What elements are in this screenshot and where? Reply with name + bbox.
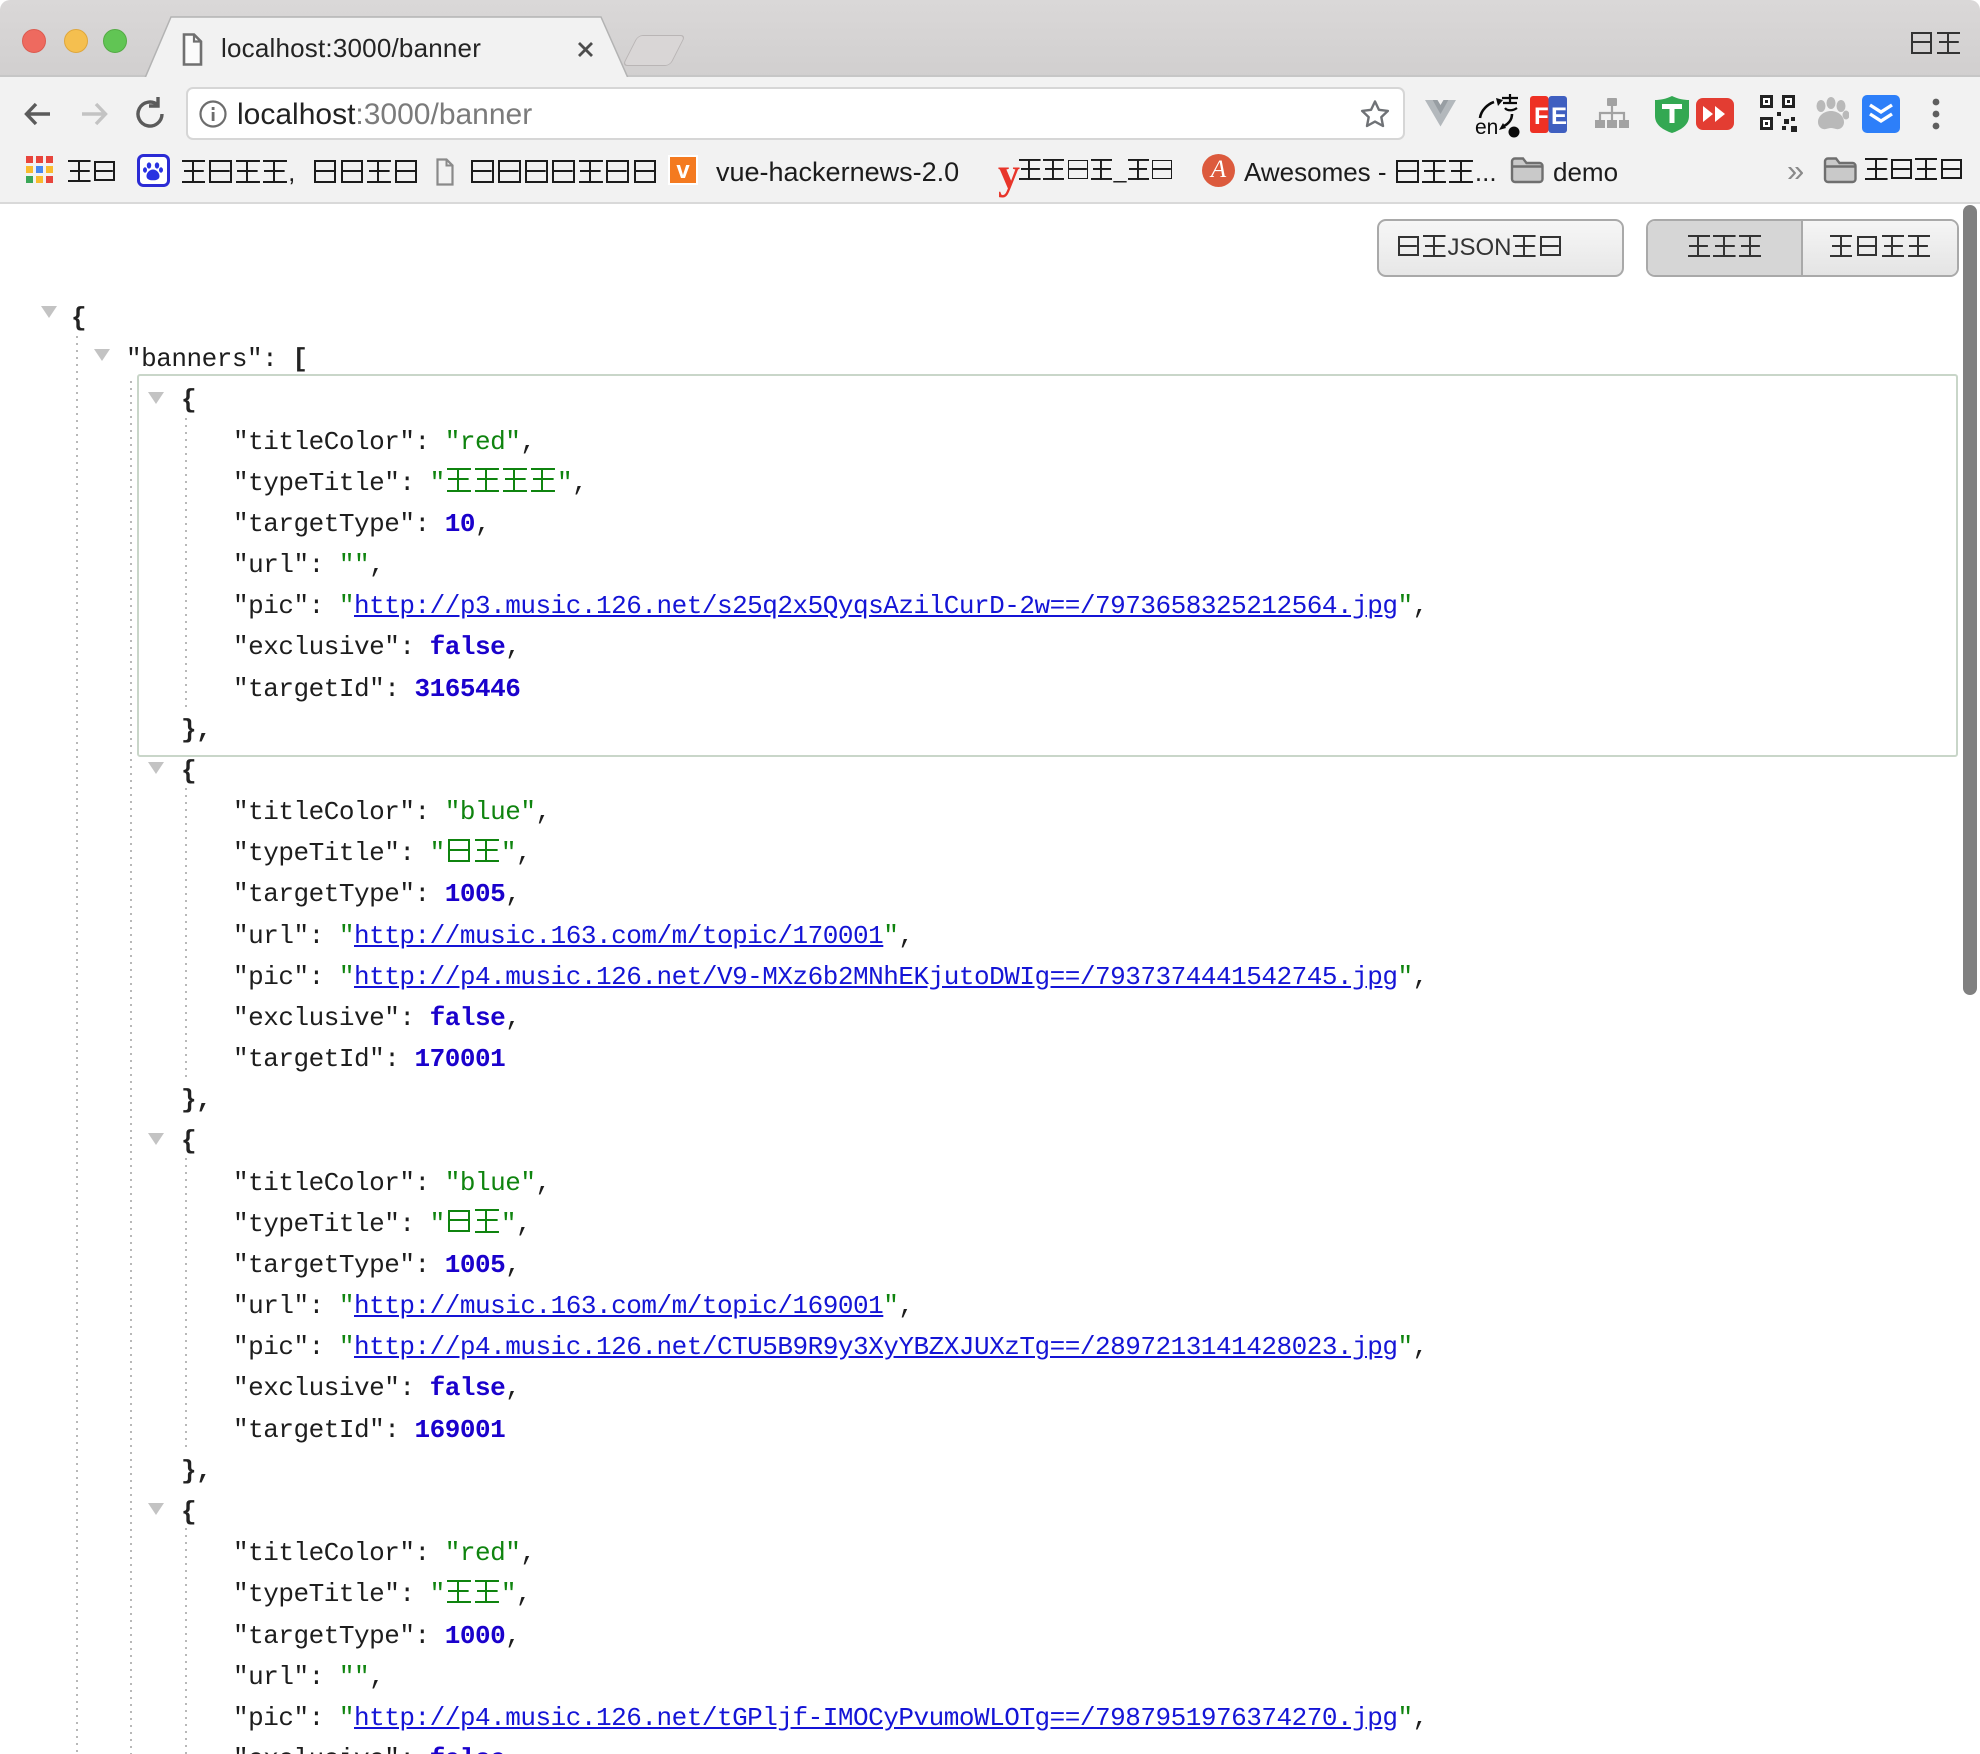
svg-text:F: F: [1534, 103, 1549, 130]
svg-text:en: en: [1475, 116, 1498, 138]
svg-text:E: E: [1551, 103, 1567, 130]
